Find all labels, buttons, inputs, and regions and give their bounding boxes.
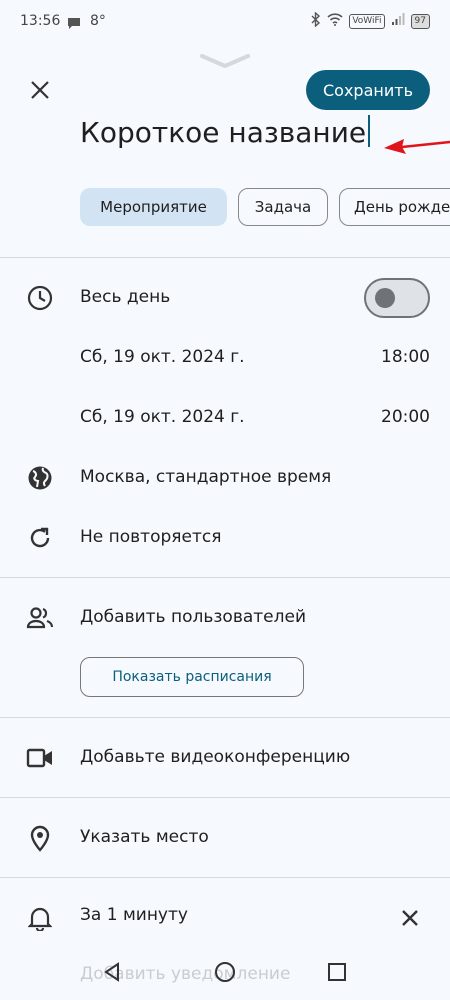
end-time[interactable]: 20:00 <box>381 407 430 427</box>
event-type-chips: Мероприятие Задача День рождения <box>80 188 450 228</box>
system-nav-bar: Добавить уведомление <box>0 940 450 1000</box>
chip-task[interactable]: Задача <box>238 188 328 226</box>
chat-bubble-icon <box>67 15 81 34</box>
start-date[interactable]: Сб, 19 окт. 2024 г. <box>80 347 245 367</box>
clock-icon <box>26 284 54 312</box>
people-icon <box>26 604 54 632</box>
close-icon <box>31 81 49 99</box>
all-day-label: Весь день <box>80 287 171 307</box>
bluetooth-icon <box>311 11 321 30</box>
status-temperature: 8° <box>90 13 106 29</box>
location-pin-icon <box>26 824 54 852</box>
timezone-value[interactable]: Москва, стандартное время <box>80 467 331 487</box>
close-icon <box>402 910 418 926</box>
wifi-icon <box>327 13 343 29</box>
home-button[interactable] <box>211 958 239 986</box>
divider <box>0 577 450 578</box>
divider <box>0 717 450 718</box>
toggle-knob <box>375 288 395 308</box>
drag-handle[interactable] <box>200 52 250 74</box>
repeat-value[interactable]: Не повторяется <box>80 527 221 547</box>
reminder-value[interactable]: За 1 минуту <box>80 905 188 925</box>
chip-event[interactable]: Мероприятие <box>80 188 227 226</box>
divider <box>0 797 450 798</box>
add-location[interactable]: Указать место <box>80 827 209 847</box>
close-button[interactable] <box>24 74 56 106</box>
status-time: 13:56 <box>20 13 61 29</box>
signal-icon <box>391 13 405 29</box>
title-input[interactable]: Короткое название <box>80 115 371 149</box>
add-video-conference[interactable]: Добавьте видеоконференцию <box>80 747 350 767</box>
video-camera-icon <box>26 744 54 772</box>
vowifi-badge: VoWiFi <box>349 13 385 29</box>
add-guests[interactable]: Добавить пользователей <box>80 607 306 627</box>
bell-icon <box>26 904 54 932</box>
annotation-arrow-icon <box>380 134 450 162</box>
status-icons: VoWiFi 97 <box>311 11 430 30</box>
start-time[interactable]: 18:00 <box>381 347 430 367</box>
recents-button[interactable] <box>323 958 351 986</box>
divider <box>0 257 450 258</box>
remove-reminder-button[interactable] <box>396 904 424 932</box>
divider <box>0 877 450 878</box>
text-cursor <box>368 115 371 147</box>
show-schedules-button[interactable]: Показать расписания <box>80 657 304 697</box>
back-triangle-icon <box>104 962 119 982</box>
globe-icon <box>26 464 54 492</box>
chip-birthday[interactable]: День рождения <box>339 188 450 226</box>
back-button[interactable] <box>98 958 126 986</box>
save-button[interactable]: Сохранить <box>306 70 430 110</box>
status-bar: 13:56 8° VoWiFi 97 <box>0 0 450 44</box>
end-date[interactable]: Сб, 19 окт. 2024 г. <box>80 407 245 427</box>
title-value: Короткое название <box>80 116 367 149</box>
all-day-toggle[interactable] <box>364 278 430 318</box>
battery-indicator: 97 <box>410 13 430 29</box>
repeat-icon <box>26 524 54 552</box>
home-circle-icon <box>215 962 235 982</box>
recents-square-icon <box>328 963 346 981</box>
